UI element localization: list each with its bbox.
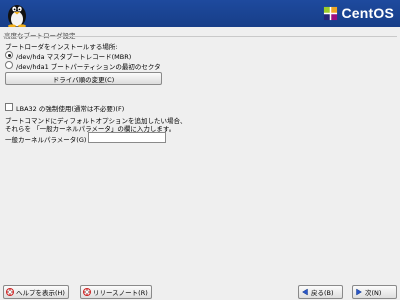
tux-penguin-icon bbox=[8, 5, 26, 27]
main-content: 高度なブートローダ設定 ブートローダをインストールする場所: /dev/hda … bbox=[0, 27, 400, 283]
footer-bar: ヘルプを表示(H) リリースノート(R) 戻る(B) 次(N) bbox=[0, 283, 400, 300]
change-drive-order-label: ドライバ順の変更(C) bbox=[52, 75, 115, 84]
section-divider bbox=[3, 36, 397, 37]
help-button[interactable]: ヘルプを表示(H) bbox=[3, 285, 69, 299]
lba32-checkbox[interactable] bbox=[5, 103, 13, 111]
back-button[interactable]: 戻る(B) bbox=[298, 285, 343, 299]
radio-mbr-label[interactable]: /dev/hda マスタブートレコード(MBR) bbox=[16, 51, 131, 61]
help-icon bbox=[6, 288, 14, 296]
radio-boot-partition[interactable] bbox=[5, 61, 13, 69]
kernel-param-input[interactable] bbox=[88, 132, 166, 143]
back-button-label: 戻る(B) bbox=[311, 289, 334, 297]
release-notes-button-label: リリースノート(R) bbox=[93, 289, 148, 297]
left-arrow-icon bbox=[302, 288, 308, 296]
release-notes-icon bbox=[83, 288, 91, 296]
section-title: 高度なブートローダ設定 bbox=[4, 32, 76, 40]
kernel-param-label: 一般カーネルパラメータ(G) bbox=[5, 136, 87, 144]
centos-brand: CentOS bbox=[323, 5, 394, 21]
help-button-label: ヘルプを表示(H) bbox=[16, 289, 65, 297]
lba32-label[interactable]: LBA32 の強制使用(通常は不必要)(F) bbox=[16, 103, 124, 113]
next-button[interactable]: 次(N) bbox=[352, 285, 397, 299]
change-drive-order-button[interactable]: ドライバ順の変更(C) bbox=[5, 72, 162, 85]
right-arrow-icon bbox=[356, 288, 362, 296]
header-bar: CentOS bbox=[0, 0, 400, 27]
release-notes-button[interactable]: リリースノート(R) bbox=[80, 285, 152, 299]
centos-logo-icon bbox=[324, 6, 338, 20]
radio-mbr[interactable] bbox=[5, 51, 13, 59]
radio-boot-partition-label[interactable]: /dev/hda1 ブートパーティションの最初のセクタ bbox=[16, 61, 161, 71]
brand-name: CentOS bbox=[341, 5, 394, 21]
install-location-label: ブートローダをインストールする場所: bbox=[5, 43, 118, 51]
next-button-label: 次(N) bbox=[365, 289, 382, 297]
